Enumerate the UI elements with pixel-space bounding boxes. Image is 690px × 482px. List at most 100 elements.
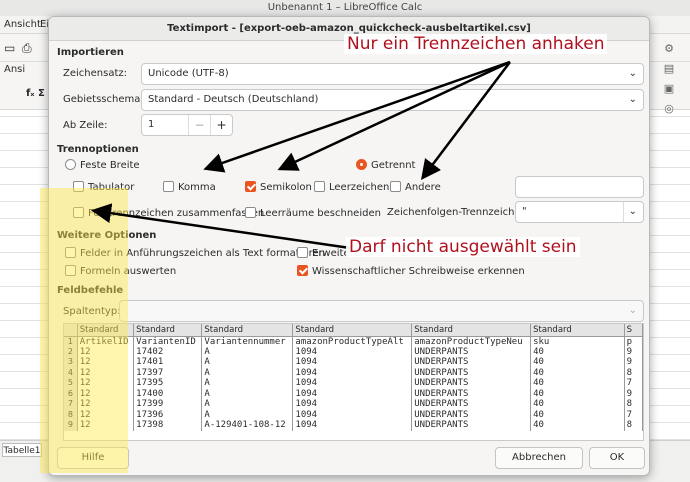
preview-cell: A — [201, 346, 294, 357]
preview-row-number: 3 — [64, 357, 78, 368]
checkbox-comma[interactable]: Komma — [163, 181, 216, 195]
preview-row-number: 6 — [64, 388, 78, 399]
evaluate-formulas-label: Formeln auswerten — [80, 266, 177, 277]
print-icon[interactable]: ⎙ — [22, 41, 32, 56]
gallery-icon[interactable]: ▣ — [662, 82, 676, 96]
increment-button[interactable]: + — [210, 115, 232, 135]
ok-button[interactable]: OK — [589, 447, 645, 469]
preview-column-header[interactable]: Standard — [292, 324, 413, 337]
preview-table[interactable]: Standard Standard Standard Standard Stan… — [63, 323, 644, 441]
preview-column-header[interactable]: Standard — [201, 324, 294, 337]
preview-cell: 12 — [77, 367, 135, 378]
preview-cell: A — [201, 399, 294, 410]
quoted-as-text-label: Felder in Anführungszeichen als Text for… — [80, 248, 325, 259]
from-row-label: Ab Zeile: — [63, 120, 108, 131]
checkbox-icon — [65, 265, 76, 276]
preview-cell: UNDERPANTS — [411, 346, 532, 357]
new-doc-icon[interactable]: ▭ — [4, 41, 15, 55]
menu-item-ansicht[interactable]: Ansicht — [4, 19, 41, 30]
string-delimiter-value: " — [522, 206, 527, 217]
checkbox-trim-spaces[interactable]: Leerräume beschneiden — [245, 207, 381, 221]
checkbox-icon — [73, 181, 84, 192]
preview-cell: 40 — [530, 409, 625, 420]
preview-cell: 17397 — [133, 367, 203, 378]
radio-fixed-width[interactable]: Feste Breite — [65, 159, 140, 173]
preview-cell: 12 — [77, 388, 135, 399]
radio-separated[interactable]: Getrennt — [356, 159, 415, 173]
preview-cell: 17402 — [133, 346, 203, 357]
preview-cell: 1094 — [292, 420, 413, 431]
merge-delimiters-label: Feldtrennzeichen zusammenfassen — [88, 208, 265, 219]
locale-select[interactable]: Standard - Deutsch (Deutschland) ⌄ — [141, 89, 644, 111]
checkbox-evaluate-formulas[interactable]: Formeln auswerten — [65, 265, 176, 279]
navigator-icon[interactable]: ◎ — [662, 102, 676, 116]
section-other-options: Weitere Optionen — [57, 230, 157, 241]
preview-cell: 17395 — [133, 378, 203, 389]
charset-value: Unicode (UTF-8) — [148, 68, 229, 79]
preview-row-number: 8 — [64, 409, 78, 420]
preview-cell: 12 — [77, 420, 135, 431]
preview-cell: A-129401-108-12 — [201, 420, 294, 431]
checkbox-merge-delimiters[interactable]: Feldtrennzeichen zusammenfassen — [73, 207, 264, 221]
preview-cell: 1094 — [292, 409, 413, 420]
preview-cell: 9 — [624, 388, 643, 399]
preview-row-number: 1 — [64, 336, 78, 347]
annotation-bottom: Darf nicht ausgewählt sein — [346, 237, 580, 257]
radio-icon — [65, 159, 76, 170]
preview-cell: UNDERPANTS — [411, 378, 532, 389]
preview-cell: 12 — [77, 409, 135, 420]
app-title: Unbenannt 1 – LibreOffice Calc — [0, 0, 690, 16]
checkbox-semicolon[interactable]: Semikolon — [245, 181, 312, 195]
preview-column-header[interactable]: S — [624, 324, 643, 337]
from-row-value: 1 — [148, 119, 155, 130]
string-delimiter-select[interactable]: " ⌄ — [515, 201, 644, 223]
preview-cell: UNDERPANTS — [411, 367, 532, 378]
preview-column-header[interactable]: Standard — [411, 324, 532, 337]
preview-cell: 7 — [624, 378, 643, 389]
decrement-button[interactable]: − — [188, 115, 210, 135]
other-label: Andere — [405, 182, 441, 193]
checkbox-icon — [390, 181, 401, 192]
preview-column-header[interactable]: Standard — [133, 324, 203, 337]
checkbox-other[interactable]: Andere — [390, 181, 441, 195]
checkbox-tab[interactable]: Tabulator — [73, 181, 134, 195]
preview-cell: 1094 — [292, 378, 413, 389]
column-type-select[interactable]: ⌄ — [119, 300, 644, 322]
preview-cell: A — [201, 367, 294, 378]
checkbox-checked-icon — [245, 181, 256, 192]
from-row-spinner[interactable]: 1 − + — [141, 114, 233, 136]
preview-cell: A — [201, 357, 294, 368]
preview-column-header[interactable]: Standard — [77, 324, 135, 337]
preview-row-number: 9 — [64, 420, 78, 431]
preview-cell: 40 — [530, 388, 625, 399]
checkbox-space[interactable]: Leerzeichen — [314, 181, 389, 195]
cancel-button[interactable]: Abbrechen — [495, 447, 583, 469]
other-separator-input[interactable] — [515, 176, 644, 198]
preview-row-number: 2 — [64, 346, 78, 357]
charset-select[interactable]: Unicode (UTF-8) ⌄ — [141, 63, 644, 85]
checkbox-quoted-as-text[interactable]: Felder in Anführungszeichen als Text for… — [65, 247, 325, 261]
preview-cell: 17398 — [133, 420, 203, 431]
toolbar-fragment: Ansi — [4, 64, 26, 75]
preview-cell: UNDERPANTS — [411, 399, 532, 410]
formula-fragment: fₓ Σ — [26, 88, 45, 99]
preview-cell: amazonProductTypeNeu — [411, 336, 532, 347]
properties-icon[interactable]: ⚙ — [662, 42, 676, 56]
preview-column-header[interactable]: Standard — [530, 324, 625, 337]
charset-label: Zeichensatz: — [63, 68, 127, 79]
preview-cell: 40 — [530, 378, 625, 389]
preview-cell: 1094 — [292, 399, 413, 410]
help-button[interactable]: Hilfe — [57, 447, 129, 469]
preview-cell: 40 — [530, 399, 625, 410]
preview-cell: 12 — [77, 378, 135, 389]
preview-cell: A — [201, 388, 294, 399]
sheet-tab-tabelle1[interactable]: Tabelle1 — [2, 443, 42, 457]
preview-cell: 1094 — [292, 357, 413, 368]
checkbox-scientific[interactable]: Wissenschaftlicher Schreibweise erkennen — [297, 265, 525, 279]
preview-header-row: Standard Standard Standard Standard Stan… — [64, 324, 643, 337]
styles-icon[interactable]: ▤ — [662, 62, 676, 76]
tab-label: Tabulator — [88, 182, 135, 193]
preview-row: 7 12 17399 A 1094 UNDERPANTS 40 8 — [64, 399, 643, 410]
checkbox-checked-icon — [297, 265, 308, 276]
preview-cell: 1094 — [292, 388, 413, 399]
